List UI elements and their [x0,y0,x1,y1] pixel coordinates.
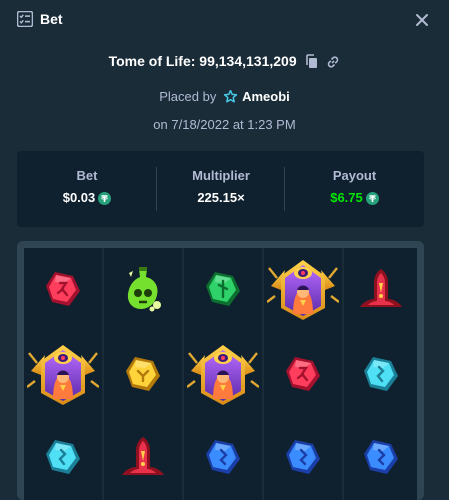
payout-label: Payout [332,168,377,183]
multiplier-stat: Multiplier 225.15× [157,151,285,227]
close-icon[interactable] [414,12,430,28]
payout-value: $6.75 [330,190,363,205]
reel-column [104,248,182,500]
tether-coin-icon [363,190,379,205]
bet-value-row: $0.03 [17,190,157,206]
slot-board [17,241,424,500]
blue-rune-gem-icon [344,416,417,498]
red-rune-gem-icon [24,248,102,330]
yellow-rune-gem-icon [104,333,182,415]
username-link[interactable]: Ameobi [220,89,290,104]
green-potion-skull-icon [104,248,182,330]
link-icon[interactable] [326,55,340,73]
purple-eye-totem-icon [24,333,102,415]
placed-by-row: Placed by Ameobi [0,89,449,105]
bet-label: Bet [76,168,98,183]
cyan-rune-gem-icon [344,333,417,415]
reel-column [24,248,102,500]
cyan-rune-gem-icon [24,416,102,498]
red-rune-gem-icon [264,333,342,415]
green-rune-gem-icon [184,248,262,330]
game-title-row: Tome of Life: 99,134,131,209 [0,52,449,73]
multiplier-label: Multiplier [192,168,250,183]
modal-title: Bet [40,11,63,27]
bet-date: on 7/18/2022 at 1:23 PM [153,117,296,132]
bet-stats-panel: Bet $0.03 Multiplier 225.15× Payout $6.7… [17,151,424,227]
bet-stat: Bet $0.03 [17,151,157,227]
copy-icon[interactable] [305,54,319,73]
blue-rune-gem-icon [264,416,342,498]
reel-column [184,248,262,500]
payout-stat: Payout $6.75 [285,151,424,227]
bet-list-icon [16,10,34,28]
game-name-value: Tome of Life: 99,134,131,209 [108,53,297,69]
reel-column [264,248,342,500]
multiplier-value: 225.15× [197,190,245,205]
red-rune-shrine-icon [344,248,417,330]
red-rune-shrine-icon [104,416,182,498]
payout-value-row: $6.75 [285,190,424,206]
bet-value: $0.03 [62,190,96,205]
purple-eye-totem-icon [264,248,342,330]
purple-eye-totem-icon [184,333,262,415]
username-text: Ameobi [242,89,290,104]
blue-rune-gem-icon [184,416,262,498]
slot-reels [24,248,417,500]
reel-column [344,248,417,500]
star-badge-icon [220,89,242,104]
modal-header: Bet [0,0,449,40]
tether-coin-icon [95,190,112,205]
placed-by-label: Placed by [159,89,217,104]
